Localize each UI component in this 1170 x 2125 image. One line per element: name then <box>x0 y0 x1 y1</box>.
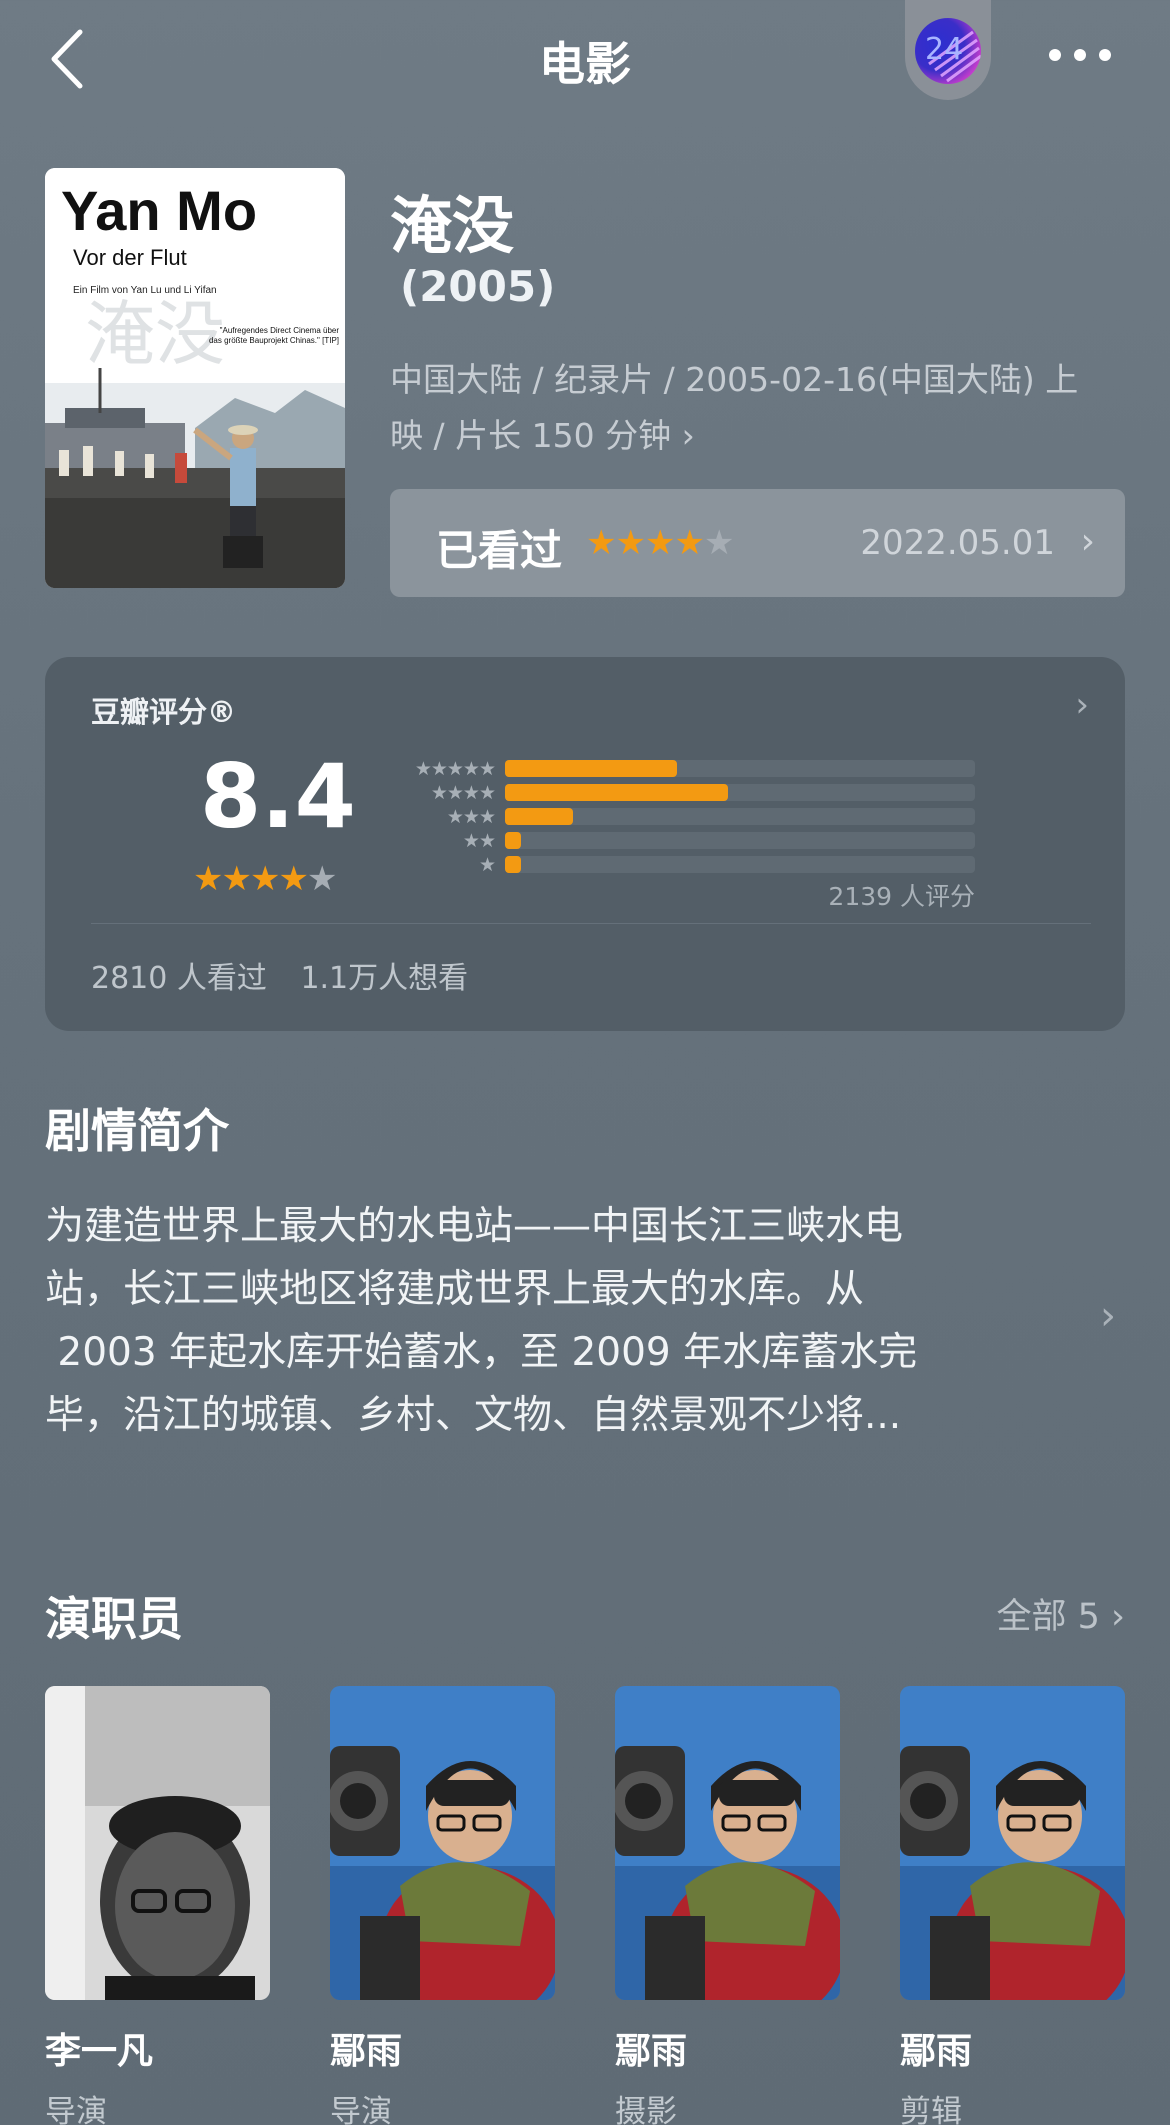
divider <box>91 923 1091 924</box>
cast-name: 鄢雨 <box>330 2031 403 2072</box>
cast-name: 鄢雨 <box>900 2031 973 2072</box>
synopsis-title: 剧情简介 <box>45 1104 229 1158</box>
synopsis-line: 2003 年起水库开始蓄水，至 2009 年水库蓄水完 <box>45 1330 918 1375</box>
movie-year: (2005) <box>400 262 556 311</box>
cast-all-link[interactable]: 全部 5 › <box>996 1588 1125 1639</box>
want-count[interactable]: 1.1万人想看 <box>300 961 468 996</box>
star-empty-icon: ★ <box>306 859 338 899</box>
badge-icon: 24 <box>915 18 981 84</box>
watched-count[interactable]: 2810 人看过 <box>91 961 267 996</box>
distribution-stars-label: ★★★ <box>446 806 496 828</box>
cast-photo-cameraman <box>330 1686 555 2000</box>
movie-poster[interactable]: Yan Mo Vor der Flut Ein Film von Yan Lu … <box>45 168 345 588</box>
cast-card[interactable]: 鄢雨 摄影 <box>615 1686 840 2125</box>
chevron-right-icon[interactable]: › <box>1100 1293 1116 1339</box>
watched-status-bar[interactable]: 已看过 ★★★★★ 2022.05.01 › <box>390 489 1125 597</box>
rating-count: 2139 人评分 <box>828 882 975 911</box>
synopsis-line: 站，长江三峡地区将建成世界上最大的水库。从 <box>45 1267 865 1312</box>
distribution-stars-label: ★★ <box>462 830 496 852</box>
cast-card[interactable]: 鄢雨 剪辑 <box>900 1686 1125 2125</box>
distribution-track <box>505 760 975 777</box>
watched-label: 已看过 <box>436 526 563 575</box>
synopsis-line: 毕，沿江的城镇、乡村、文物、自然景观不少将... <box>45 1393 902 1438</box>
movie-meta-line1: 中国大陆 / 纪录片 / 2005-02-16(中国大陆) 上 <box>390 360 1079 399</box>
star-filled-icon: ★ <box>674 523 705 563</box>
nav-bar: 电影 24 <box>0 0 1170 115</box>
cast-photo-bw-portrait <box>45 1686 270 2000</box>
watched-date: 2022.05.01 <box>860 523 1055 563</box>
cast-role: 导演 <box>330 2094 392 2125</box>
cast-role: 导演 <box>45 2094 107 2125</box>
poster-quote: "Aufregendes Direct Cinema über das größ… <box>208 326 339 345</box>
distribution-track <box>505 856 975 873</box>
distribution-track <box>505 784 975 801</box>
rating-card[interactable]: 豆瓣评分® › 8.4 ★★★★★ ★★★★★ ★★★★ ★★★ ★★ ★ 2139 人… <box>45 657 1125 1031</box>
distribution-row: ★★★ <box>385 805 1025 829</box>
cast-photo-cameraman <box>900 1686 1125 2000</box>
distribution-stars-label: ★★★★★ <box>414 758 496 780</box>
cast-name: 鄢雨 <box>615 2031 688 2072</box>
cast-name: 李一凡 <box>45 2031 154 2072</box>
distribution-row: ★ <box>385 853 1025 877</box>
distribution-bar <box>505 784 728 801</box>
distribution-bar <box>505 808 573 825</box>
chevron-right-icon: › <box>1075 685 1089 725</box>
star-filled-icon: ★ <box>249 859 281 899</box>
synopsis-text[interactable]: 为建造世界上最大的水电站——中国长江三峡水电 站，长江三峡地区将建成世界上最大的… <box>45 1195 1045 1447</box>
star-filled-icon: ★ <box>586 523 617 563</box>
poster-chinese-title: 淹没 <box>85 293 225 375</box>
synopsis-line: 为建造世界上最大的水电站——中国长江三峡水电 <box>45 1204 904 1249</box>
star-filled-icon: ★ <box>278 859 309 899</box>
poster-quote-source: [TIP] <box>322 336 339 345</box>
star-filled-icon: ★ <box>193 859 224 899</box>
cast-role: 剪辑 <box>900 2094 962 2125</box>
cast-role: 摄影 <box>615 2094 677 2125</box>
more-icon[interactable] <box>1045 40 1115 70</box>
cast-card[interactable]: 鄢雨 导演 <box>330 1686 555 2125</box>
cast-all-label: 全部 5 <box>996 1597 1100 1637</box>
star-filled-icon: ★ <box>644 523 676 563</box>
page-title: 电影 <box>539 37 631 91</box>
chevron-right-icon: › <box>1080 521 1095 562</box>
distribution-stars-label: ★★★★ <box>430 782 496 804</box>
rating-distribution: ★★★★★ ★★★★ ★★★ ★★ ★ <box>385 757 1025 877</box>
movie-meta-line2: 映 / 片长 150 分钟 <box>390 416 672 455</box>
cast-title: 演职员 <box>45 1592 183 1646</box>
poster-subtitle: Vor der Flut <box>73 245 187 270</box>
rating-source: 豆瓣评分® <box>91 695 237 729</box>
distribution-bar <box>505 832 521 849</box>
rating-footer: 2810 人看过 1.1万人想看 <box>91 953 492 997</box>
rating-score: 8.4 <box>200 745 356 848</box>
movie-title: 淹没 <box>390 189 515 262</box>
distribution-row: ★★★★ <box>385 781 1025 805</box>
star-empty-icon: ★ <box>703 523 735 563</box>
badge-text: 24 <box>925 32 964 67</box>
distribution-track <box>505 808 975 825</box>
badge-tab[interactable]: 24 <box>905 0 991 100</box>
star-filled-icon: ★ <box>615 523 646 563</box>
chevron-right-icon: › <box>671 416 695 455</box>
cast-photo-cameraman <box>615 1686 840 2000</box>
poster-title: Yan Mo <box>61 179 257 242</box>
distribution-track <box>505 832 975 849</box>
distribution-row: ★★★★★ <box>385 757 1025 781</box>
distribution-bar <box>505 856 521 873</box>
chevron-right-icon: › <box>1111 1597 1125 1637</box>
distribution-row: ★★ <box>385 829 1025 853</box>
distribution-bar <box>505 760 677 777</box>
rating-stars: ★★★★★ <box>193 859 338 899</box>
cast-card[interactable]: 李一凡 导演 <box>45 1686 270 2125</box>
watched-stars: ★★★★★ <box>586 523 735 563</box>
star-filled-icon: ★ <box>221 859 252 899</box>
movie-meta[interactable]: 中国大陆 / 纪录片 / 2005-02-16(中国大陆) 上 映 / 片长 1… <box>390 352 1100 464</box>
distribution-stars-label: ★ <box>478 854 496 876</box>
